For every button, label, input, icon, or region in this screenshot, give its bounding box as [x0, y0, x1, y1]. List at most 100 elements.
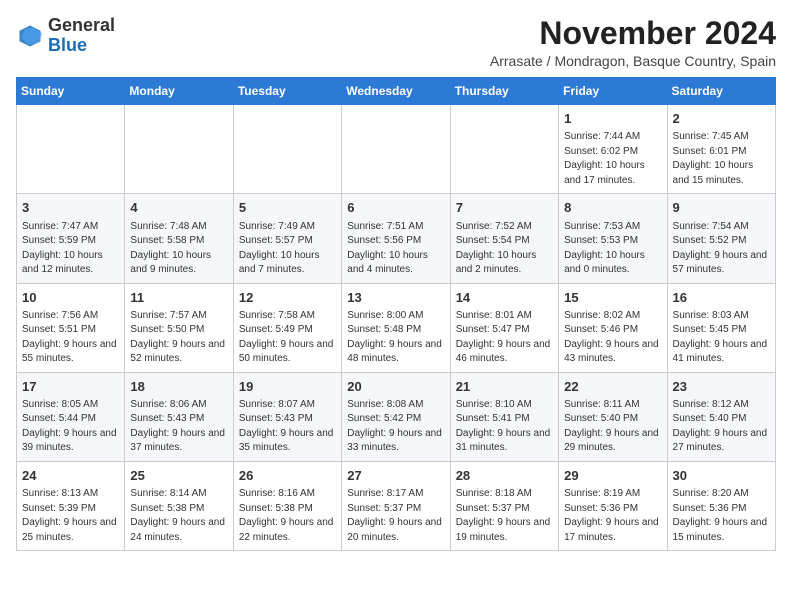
- day-info: Sunrise: 7:52 AM Sunset: 5:54 PM Dayligh…: [456, 220, 553, 278]
- calendar-cell-w3-d4: 14 Sunrise: 8:01 AM Sunset: 5:47 PM Dayli…: [450, 283, 558, 372]
- calendar-cell-w2-d3: 6 Sunrise: 7:51 AM Sunset: 5:56 PM Daylig…: [342, 194, 450, 283]
- day-number: 11: [130, 289, 227, 307]
- day-number: 10: [22, 289, 119, 307]
- col-saturday: Saturday: [667, 78, 775, 105]
- calendar-cell-w3-d6: 16 Sunrise: 8:03 AM Sunset: 5:45 PM Dayli…: [667, 283, 775, 372]
- calendar-cell-w5-d0: 24 Sunrise: 8:13 AM Sunset: 5:39 PM Dayli…: [17, 461, 125, 550]
- week-row-5: 24 Sunrise: 8:13 AM Sunset: 5:39 PM Dayli…: [17, 461, 776, 550]
- header: General Blue November 2024 Arrasate / Mo…: [16, 16, 776, 69]
- calendar-cell-w5-d3: 27Sunrise: 8:17 AM Sunset: 5:37 PM Dayli…: [342, 461, 450, 550]
- day-number: 9: [673, 199, 770, 217]
- calendar-table: Sunday Monday Tuesday Wednesday Thursday…: [16, 77, 776, 551]
- logo-general: General: [48, 15, 115, 35]
- day-number: 30: [673, 467, 770, 485]
- day-info: Sunrise: 7:57 AM Sunset: 5:50 PM Dayligh…: [130, 309, 227, 367]
- day-number: 1: [564, 110, 661, 128]
- day-number: 27: [347, 467, 444, 485]
- calendar-cell-w2-d1: 4Sunrise: 7:48 AM Sunset: 5:58 PM Daylig…: [125, 194, 233, 283]
- day-info: Sunrise: 7:48 AM Sunset: 5:58 PM Dayligh…: [130, 220, 227, 278]
- calendar-cell-w4-d6: 23 Sunrise: 8:12 AM Sunset: 5:40 PM Dayli…: [667, 372, 775, 461]
- day-number: 23: [673, 378, 770, 396]
- day-info: Sunrise: 8:11 AM Sunset: 5:40 PM Dayligh…: [564, 398, 661, 456]
- calendar-cell-w4-d5: 22 Sunrise: 8:11 AM Sunset: 5:40 PM Dayli…: [559, 372, 667, 461]
- day-info: Sunrise: 7:53 AM Sunset: 5:53 PM Dayligh…: [564, 220, 661, 278]
- col-sunday: Sunday: [17, 78, 125, 105]
- calendar-cell-w1-d4: [450, 105, 558, 194]
- calendar-body: 1 Sunrise: 7:44 AM Sunset: 6:02 PM Daylig…: [17, 105, 776, 551]
- calendar-cell-w3-d2: 12Sunrise: 7:58 AM Sunset: 5:49 PM Dayli…: [233, 283, 341, 372]
- day-number: 13: [347, 289, 444, 307]
- calendar-cell-w2-d6: 9 Sunrise: 7:54 AM Sunset: 5:52 PM Daylig…: [667, 194, 775, 283]
- day-info: Sunrise: 7:51 AM Sunset: 5:56 PM Dayligh…: [347, 220, 444, 278]
- col-monday: Monday: [125, 78, 233, 105]
- day-number: 3: [22, 199, 119, 217]
- day-number: 24: [22, 467, 119, 485]
- day-info: Sunrise: 8:16 AM Sunset: 5:38 PM Dayligh…: [239, 487, 336, 545]
- logo: General Blue: [16, 16, 115, 56]
- day-number: 16: [673, 289, 770, 307]
- location-subtitle: Arrasate / Mondragon, Basque Country, Sp…: [490, 53, 776, 69]
- day-info: Sunrise: 8:10 AM Sunset: 5:41 PM Dayligh…: [456, 398, 553, 456]
- day-info: Sunrise: 8:05 AM Sunset: 5:44 PM Dayligh…: [22, 398, 119, 456]
- day-number: 7: [456, 199, 553, 217]
- day-info: Sunrise: 7:54 AM Sunset: 5:52 PM Dayligh…: [673, 220, 770, 278]
- calendar-cell-w1-d6: 2Sunrise: 7:45 AM Sunset: 6:01 PM Daylig…: [667, 105, 775, 194]
- day-info: Sunrise: 8:20 AM Sunset: 5:36 PM Dayligh…: [673, 487, 770, 545]
- calendar-cell-w3-d0: 10 Sunrise: 7:56 AM Sunset: 5:51 PM Dayli…: [17, 283, 125, 372]
- title-area: November 2024 Arrasate / Mondragon, Basq…: [490, 16, 776, 69]
- day-info: Sunrise: 7:44 AM Sunset: 6:02 PM Dayligh…: [564, 130, 661, 188]
- day-number: 8: [564, 199, 661, 217]
- month-title: November 2024: [490, 16, 776, 51]
- day-info: Sunrise: 8:01 AM Sunset: 5:47 PM Dayligh…: [456, 309, 553, 367]
- calendar-cell-w5-d2: 26 Sunrise: 8:16 AM Sunset: 5:38 PM Dayli…: [233, 461, 341, 550]
- day-info: Sunrise: 8:18 AM Sunset: 5:37 PM Dayligh…: [456, 487, 553, 545]
- calendar-cell-w4-d4: 21 Sunrise: 8:10 AM Sunset: 5:41 PM Dayli…: [450, 372, 558, 461]
- day-number: 21: [456, 378, 553, 396]
- col-tuesday: Tuesday: [233, 78, 341, 105]
- weekday-header-row: Sunday Monday Tuesday Wednesday Thursday…: [17, 78, 776, 105]
- day-number: 18: [130, 378, 227, 396]
- day-info: Sunrise: 8:03 AM Sunset: 5:45 PM Dayligh…: [673, 309, 770, 367]
- day-info: Sunrise: 7:49 AM Sunset: 5:57 PM Dayligh…: [239, 220, 336, 278]
- calendar-header: Sunday Monday Tuesday Wednesday Thursday…: [17, 78, 776, 105]
- logo-text: General Blue: [48, 16, 115, 56]
- day-number: 14: [456, 289, 553, 307]
- day-number: 6: [347, 199, 444, 217]
- day-info: Sunrise: 8:00 AM Sunset: 5:48 PM Dayligh…: [347, 309, 444, 367]
- page-container: General Blue November 2024 Arrasate / Mo…: [16, 16, 776, 551]
- week-row-2: 3Sunrise: 7:47 AM Sunset: 5:59 PM Daylig…: [17, 194, 776, 283]
- day-number: 26: [239, 467, 336, 485]
- day-number: 5: [239, 199, 336, 217]
- calendar-cell-w1-d5: 1 Sunrise: 7:44 AM Sunset: 6:02 PM Daylig…: [559, 105, 667, 194]
- calendar-cell-w2-d2: 5 Sunrise: 7:49 AM Sunset: 5:57 PM Daylig…: [233, 194, 341, 283]
- day-number: 17: [22, 378, 119, 396]
- col-thursday: Thursday: [450, 78, 558, 105]
- day-number: 12: [239, 289, 336, 307]
- day-info: Sunrise: 7:56 AM Sunset: 5:51 PM Dayligh…: [22, 309, 119, 367]
- day-info: Sunrise: 8:13 AM Sunset: 5:39 PM Dayligh…: [22, 487, 119, 545]
- calendar-cell-w2-d4: 7 Sunrise: 7:52 AM Sunset: 5:54 PM Daylig…: [450, 194, 558, 283]
- logo-blue: Blue: [48, 35, 87, 55]
- day-info: Sunrise: 8:08 AM Sunset: 5:42 PM Dayligh…: [347, 398, 444, 456]
- day-info: Sunrise: 8:19 AM Sunset: 5:36 PM Dayligh…: [564, 487, 661, 545]
- calendar-cell-w4-d2: 19 Sunrise: 8:07 AM Sunset: 5:43 PM Dayli…: [233, 372, 341, 461]
- calendar-cell-w1-d2: [233, 105, 341, 194]
- day-number: 19: [239, 378, 336, 396]
- calendar-cell-w2-d5: 8 Sunrise: 7:53 AM Sunset: 5:53 PM Daylig…: [559, 194, 667, 283]
- calendar-cell-w1-d3: [342, 105, 450, 194]
- calendar-cell-w3-d3: 13 Sunrise: 8:00 AM Sunset: 5:48 PM Dayli…: [342, 283, 450, 372]
- day-number: 29: [564, 467, 661, 485]
- day-number: 22: [564, 378, 661, 396]
- day-number: 25: [130, 467, 227, 485]
- logo-icon: [16, 22, 44, 50]
- week-row-3: 10 Sunrise: 7:56 AM Sunset: 5:51 PM Dayli…: [17, 283, 776, 372]
- calendar-cell-w3-d1: 11 Sunrise: 7:57 AM Sunset: 5:50 PM Dayli…: [125, 283, 233, 372]
- calendar-cell-w3-d5: 15Sunrise: 8:02 AM Sunset: 5:46 PM Dayli…: [559, 283, 667, 372]
- day-number: 2: [673, 110, 770, 128]
- calendar-cell-w1-d0: [17, 105, 125, 194]
- day-info: Sunrise: 8:07 AM Sunset: 5:43 PM Dayligh…: [239, 398, 336, 456]
- day-info: Sunrise: 8:12 AM Sunset: 5:40 PM Dayligh…: [673, 398, 770, 456]
- calendar-cell-w2-d0: 3Sunrise: 7:47 AM Sunset: 5:59 PM Daylig…: [17, 194, 125, 283]
- calendar-cell-w5-d5: 29 Sunrise: 8:19 AM Sunset: 5:36 PM Dayli…: [559, 461, 667, 550]
- calendar-cell-w1-d1: [125, 105, 233, 194]
